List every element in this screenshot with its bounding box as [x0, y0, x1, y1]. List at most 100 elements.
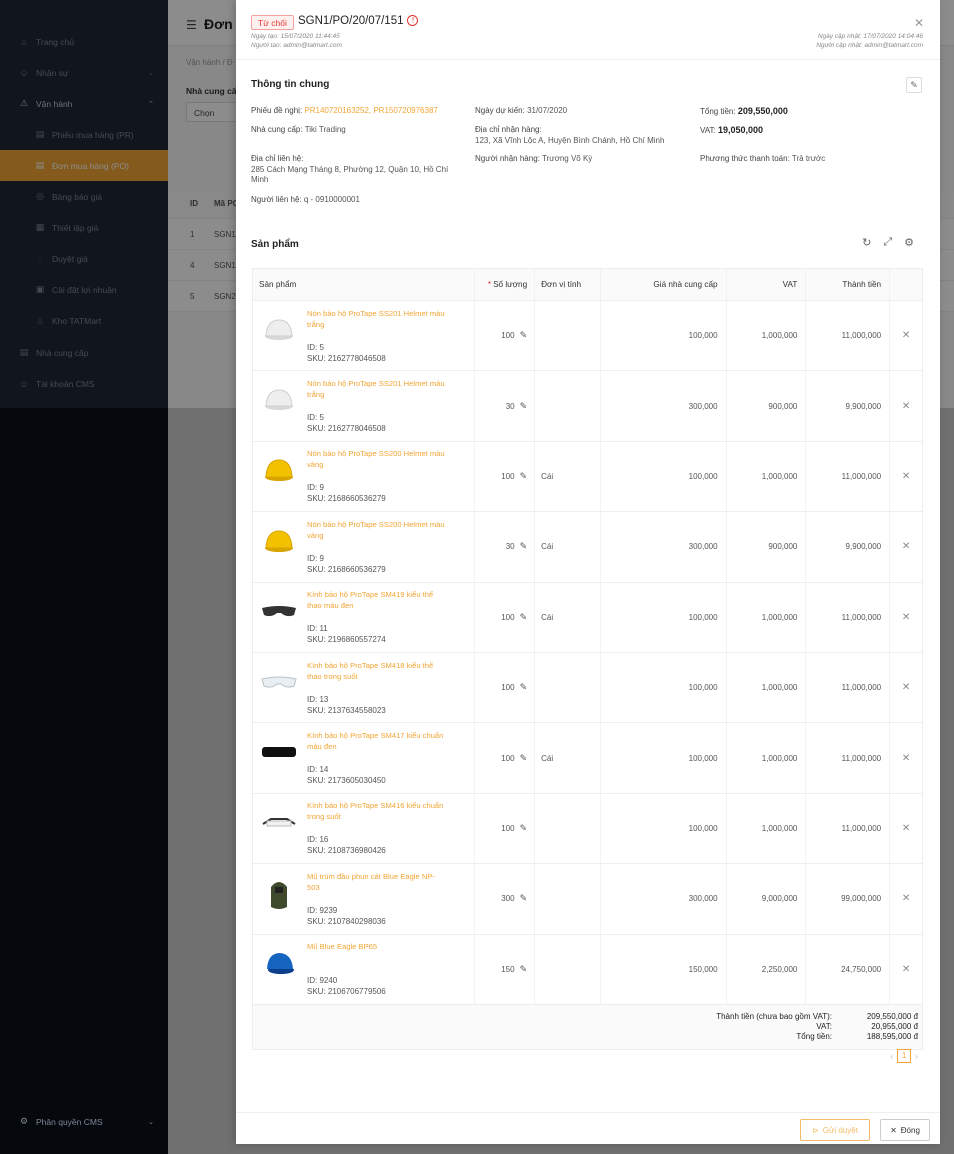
- product-info: Nón bảo hộ ProTape SS200 Helmet màu vàng…: [259, 519, 447, 575]
- edit-quantity-icon[interactable]: ✎: [520, 823, 528, 834]
- next-page-button[interactable]: ›: [915, 1051, 918, 1061]
- unit-cell: [535, 793, 601, 864]
- sidebar-lower: [0, 408, 168, 1154]
- info-icon[interactable]: !: [407, 15, 419, 26]
- send-label: Gửi duyệt: [822, 1125, 858, 1135]
- sidebar-item-cms-permissions[interactable]: ⚙ Phân quyền CMS ⌄: [0, 1106, 168, 1137]
- product-info: Nón bảo hộ ProTape SS201 Helmet màu trắn…: [259, 308, 447, 364]
- col-price-header: Giá nhà cung cấp: [601, 269, 727, 300]
- close-icon: ✕: [890, 1125, 897, 1135]
- field-value: 285 Cách Mạng Tháng 8, Phường 12, Quận 1…: [251, 164, 449, 185]
- pr-links[interactable]: PR140720163252, PR150720976387: [304, 106, 437, 115]
- permission-icon: ⚙: [19, 1116, 29, 1126]
- remove-row-icon[interactable]: ✕: [890, 583, 922, 652]
- price-cell: 100,000: [601, 723, 727, 793]
- edit-quantity-icon[interactable]: ✎: [520, 893, 528, 904]
- close-icon[interactable]: ✕: [914, 16, 924, 30]
- remove-row-icon[interactable]: ✕: [890, 653, 922, 722]
- updated-at: Ngày cập nhật: 17/07/2020 14:04:46: [817, 33, 923, 40]
- total-cell: 11,000,000: [806, 793, 891, 864]
- field-label: VAT: [700, 126, 714, 135]
- product-id: ID: 9239: [307, 905, 338, 915]
- unit-cell: Cái: [535, 723, 601, 793]
- field-value: 19,050,000: [717, 125, 763, 135]
- quantity-cell: 100 ✎: [475, 301, 536, 371]
- field-label: Địa chỉ nhận hàng: [475, 125, 540, 134]
- product-text: Nón bảo hộ ProTape SS200 Helmet màu vàng…: [307, 519, 447, 575]
- product-name-link[interactable]: Mũ Blue Eagle BP65: [307, 941, 447, 969]
- created-at: Ngày tạo: 15/07/2020 11:44:45: [251, 33, 340, 40]
- remove-row-icon[interactable]: ✕: [890, 864, 922, 933]
- unit-cell: [535, 301, 601, 371]
- total-cell: 11,000,000: [806, 652, 891, 723]
- product-name-link[interactable]: Nón bảo hộ ProTape SS200 Helmet màu vàng: [307, 448, 447, 476]
- edit-quantity-icon[interactable]: ✎: [520, 682, 528, 693]
- field-value: Tiki Trading: [304, 125, 346, 134]
- remove-row-icon[interactable]: ✕: [890, 301, 922, 370]
- product-info: Kính bảo hộ ProTape SM417 kiểu chuẩn màu…: [259, 730, 447, 786]
- product-sku: SKU: 2196860557274: [307, 635, 386, 645]
- header-label: Số lượng: [493, 280, 528, 289]
- unit-cell: Cái: [535, 441, 601, 512]
- price-cell: 300,000: [601, 512, 727, 582]
- unit-cell: [535, 652, 601, 723]
- product-text: Mũ trùm đầu phun cát Blue Eagle NP-503 ID…: [307, 871, 447, 927]
- products-title: Sản phẩm: [251, 239, 299, 250]
- edit-general-button[interactable]: ✎: [906, 77, 922, 93]
- product-id: ID: 5: [307, 413, 324, 423]
- edit-quantity-icon[interactable]: ✎: [520, 612, 528, 623]
- vat-cell: 900,000: [727, 371, 807, 441]
- product-name-link[interactable]: Nón bảo hộ ProTape SS201 Helmet màu trắn…: [307, 308, 447, 336]
- remove-row-icon[interactable]: ✕: [890, 935, 922, 1004]
- field-label: Phương thức thanh toán: [700, 154, 788, 163]
- col-unit-header: Đơn vị tính: [535, 269, 601, 300]
- quantity-value: 150: [501, 964, 515, 974]
- vat-cell: 1,000,000: [727, 793, 807, 864]
- product-name-link[interactable]: Nón bảo hộ ProTape SS200 Helmet màu vàng: [307, 519, 447, 547]
- table-row: Mũ Blue Eagle BP65 ID: 9240 SKU: 210670677…: [253, 934, 922, 1005]
- field-label: Phiếu đề nghị: [251, 106, 300, 115]
- product-cell: Nón bảo hộ ProTape SS200 Helmet màu vàng…: [253, 512, 476, 582]
- product-thumbnail: [259, 591, 299, 631]
- price-cell: 100,000: [601, 441, 727, 512]
- page-1-button[interactable]: 1: [897, 1049, 912, 1063]
- product-name-link[interactable]: Mũ trùm đầu phun cát Blue Eagle NP-503: [307, 871, 447, 899]
- table-row: Kính bảo hộ ProTape SM418 kiểu thể thao …: [253, 652, 922, 724]
- edit-quantity-icon[interactable]: ✎: [520, 964, 528, 975]
- fullscreen-icon[interactable]: ⤢: [883, 236, 892, 249]
- total-cell: 11,000,000: [806, 441, 891, 512]
- close-button[interactable]: ✕ Đóng: [880, 1119, 930, 1141]
- vat-cell: 1,000,000: [727, 441, 807, 512]
- quantity-cell: 300 ✎: [475, 864, 536, 934]
- created-meta: Ngày tạo: 15/07/2020 11:44:45 Người tạo:…: [251, 33, 342, 50]
- edit-quantity-icon[interactable]: ✎: [520, 753, 528, 764]
- remove-row-icon[interactable]: ✕: [890, 723, 922, 792]
- prev-page-button[interactable]: ‹: [890, 1051, 893, 1061]
- edit-quantity-icon[interactable]: ✎: [520, 471, 528, 482]
- col-total-header: Thành tiền: [806, 269, 891, 300]
- send-approval-button[interactable]: ⊳ Gửi duyệt: [800, 1119, 870, 1141]
- field-payment: Phương thức thanh toán: Trả trước: [700, 154, 826, 163]
- remove-row-icon[interactable]: ✕: [890, 371, 922, 440]
- product-sku: SKU: 2173605030450: [307, 776, 386, 786]
- product-text: Kính bảo hộ ProTape SM417 kiểu chuẩn màu…: [307, 730, 447, 786]
- field-label: Ngày dự kiến: [475, 106, 523, 115]
- remove-row-icon[interactable]: ✕: [890, 794, 922, 863]
- product-name-link[interactable]: Kính bảo hộ ProTape SM419 kiểu thể thao …: [307, 589, 447, 617]
- price-cell: 100,000: [601, 652, 727, 723]
- edit-quantity-icon[interactable]: ✎: [520, 401, 528, 412]
- grand-total-label: Tổng tiền:: [796, 1031, 832, 1041]
- product-name-link[interactable]: Kính bảo hộ ProTape SM418 kiểu thể thao …: [307, 660, 447, 688]
- product-name-link[interactable]: Kính bảo hộ ProTape SM416 kiểu chuẩn tro…: [307, 800, 447, 828]
- product-name-link[interactable]: Nón bảo hộ ProTape SS201 Helmet màu trắn…: [307, 378, 447, 406]
- product-name-link[interactable]: Kính bảo hộ ProTape SM417 kiểu chuẩn màu…: [307, 730, 447, 758]
- product-id: ID: 5: [307, 342, 324, 352]
- edit-quantity-icon[interactable]: ✎: [520, 541, 528, 552]
- remove-row-icon[interactable]: ✕: [890, 512, 922, 581]
- remove-row-icon[interactable]: ✕: [890, 442, 922, 511]
- reload-icon[interactable]: ↻: [862, 236, 871, 249]
- edit-quantity-icon[interactable]: ✎: [520, 330, 528, 341]
- table-row: Nón bảo hộ ProTape SS200 Helmet màu vàng…: [253, 441, 922, 513]
- vat-cell: 1,000,000: [727, 301, 807, 371]
- settings-icon[interactable]: ⚙: [904, 236, 914, 249]
